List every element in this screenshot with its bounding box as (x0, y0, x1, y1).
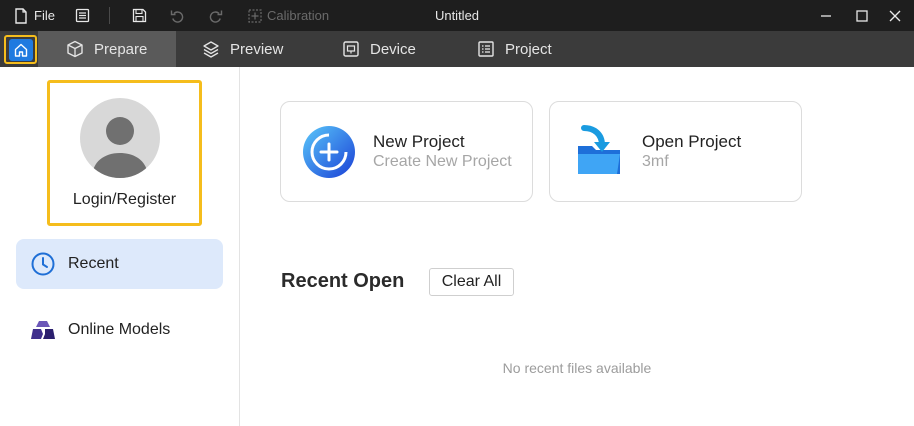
redo-icon (209, 10, 223, 23)
minimize-icon (821, 14, 831, 17)
avatar (80, 98, 160, 178)
new-project-icon-wrap (301, 124, 357, 180)
sidebar-item-online-models-label: Online Models (68, 321, 171, 338)
calibration-icon (248, 8, 262, 23)
home-button[interactable] (4, 35, 37, 64)
empty-recent-message: No recent files available (502, 360, 652, 376)
sidebar: Login/Register Recent Online Models (0, 67, 240, 426)
tab-device[interactable]: Device (314, 31, 448, 67)
redo-button[interactable] (208, 0, 223, 31)
login-register-label: Login/Register (72, 191, 177, 208)
clock-icon (31, 252, 55, 276)
layers-icon (203, 41, 219, 58)
login-register-button[interactable]: Login/Register (47, 80, 202, 226)
user-avatar-icon (92, 117, 148, 178)
open-project-icon-wrap (570, 124, 626, 180)
tab-project-label: Project (505, 40, 552, 58)
open-project-subtitle: 3mf (642, 153, 669, 170)
tab-preview[interactable]: Preview (174, 31, 310, 67)
sidebar-item-online-models[interactable]: Online Models (16, 305, 223, 355)
close-window-button[interactable] (889, 0, 901, 31)
sidebar-item-recent-label: Recent (68, 255, 119, 272)
recent-open-heading: Recent Open (281, 270, 405, 292)
open-folder-icon (578, 125, 620, 174)
file-icon (15, 7, 27, 24)
new-project-subtitle: Create New Project (373, 153, 512, 170)
new-project-title: New Project (373, 132, 465, 151)
toolbar-divider (109, 7, 110, 24)
file-menu-label: File (34, 8, 55, 23)
open-project-title: Open Project (642, 132, 742, 151)
tab-project[interactable]: Project (449, 31, 587, 67)
device-icon (343, 41, 359, 57)
new-project-icon (303, 126, 355, 178)
undo-icon (170, 10, 184, 23)
tab-preview-label: Preview (230, 40, 284, 58)
maximize-icon (856, 9, 868, 22)
online-models-icon (31, 321, 55, 339)
home-icon (14, 43, 27, 57)
menu-list-icon (75, 8, 90, 23)
main-tab-bar: Prepare Preview Device Project (0, 31, 914, 67)
new-project-card[interactable]: New Project Create New Project (280, 101, 533, 202)
app-window: File Calibration Untitled Prepare Previe… (0, 0, 914, 426)
close-icon (889, 10, 901, 21)
sidebar-item-recent[interactable]: Recent (16, 239, 223, 289)
undo-button[interactable] (170, 0, 185, 31)
open-project-card[interactable]: Open Project 3mf (549, 101, 802, 202)
save-icon (132, 8, 147, 23)
tab-prepare[interactable]: Prepare (38, 31, 176, 67)
file-menu[interactable]: File (14, 0, 55, 31)
cube-icon (67, 40, 83, 58)
clear-all-button[interactable]: Clear All (429, 268, 514, 296)
tab-device-label: Device (370, 40, 416, 58)
title-bar: File Calibration Untitled (0, 0, 914, 31)
tab-prepare-label: Prepare (94, 40, 148, 58)
project-list-icon (478, 41, 494, 57)
calibration-button[interactable]: Calibration (248, 0, 329, 31)
minimize-button[interactable] (820, 0, 832, 31)
calibration-label: Calibration (267, 8, 330, 23)
save-button[interactable] (132, 0, 147, 31)
maximize-button[interactable] (856, 0, 868, 31)
menu-button[interactable] (75, 0, 90, 31)
home-button-fill (8, 38, 33, 61)
